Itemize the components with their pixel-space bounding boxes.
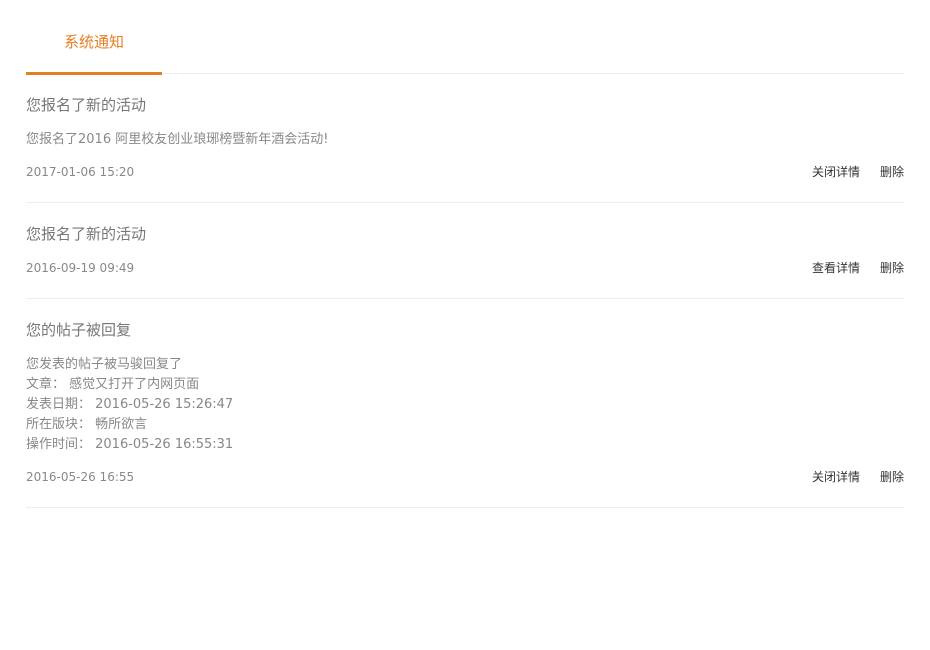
delete-button[interactable]: 删除 [880,258,904,278]
notice-actions: 查看详情 删除 [812,258,904,278]
notice-body-line: 所在版块： 畅所欲言 [26,417,148,432]
notice-timestamp: 2016-09-19 09:49 [26,261,135,275]
delete-button[interactable]: 删除 [880,162,904,182]
tab-system-notifications[interactable]: 系统通知 [26,0,162,75]
notice-title: 您报名了新的活动 [26,225,147,243]
close-details-button[interactable]: 关闭详情 [812,162,860,182]
notice-body-line: 您报名了2016 阿里校友创业琅琊榜暨新年酒会活动! [26,132,329,147]
notice-timestamp: 2017-01-06 15:20 [26,165,135,179]
view-details-button[interactable]: 查看详情 [812,258,860,278]
notice-actions: 关闭详情 删除 [812,467,904,487]
notice-title: 您报名了新的活动 [26,96,147,114]
tab-bar: 系统通知 [26,0,904,75]
notice-item: 您的帖子被回复 您发表的帖子被马骏回复了 文章： 感觉又打开了内网页面 发表日期… [26,299,904,508]
notice-timestamp: 2016-05-26 16:55 [26,470,135,484]
notice-item: 您报名了新的活动 您报名了2016 阿里校友创业琅琊榜暨新年酒会活动! 2017… [26,74,904,203]
notice-item: 您报名了新的活动 2016-09-19 09:49 查看详情 删除 [26,203,904,299]
notice-footer: 2016-09-19 09:49 查看详情 删除 [26,258,904,278]
notice-title: 您的帖子被回复 [26,321,132,339]
close-details-button[interactable]: 关闭详情 [812,467,860,487]
notice-actions: 关闭详情 删除 [812,162,904,182]
notice-body: 您报名了2016 阿里校友创业琅琊榜暨新年酒会活动! [26,130,904,150]
notice-body: 您发表的帖子被马骏回复了 文章： 感觉又打开了内网页面 发表日期： 2016-0… [26,355,904,455]
notice-footer: 2016-05-26 16:55 关闭详情 删除 [26,467,904,487]
notification-panel: 系统通知 您报名了新的活动 您报名了2016 阿里校友创业琅琊榜暨新年酒会活动!… [26,0,904,508]
notice-body-line: 操作时间： 2016-05-26 16:55:31 [26,437,234,452]
delete-button[interactable]: 删除 [880,467,904,487]
notice-body-line: 发表日期： 2016-05-26 15:26:47 [26,397,234,412]
notice-body-line: 文章： 感觉又打开了内网页面 [26,377,200,392]
notice-footer: 2017-01-06 15:20 关闭详情 删除 [26,162,904,182]
notice-body-line: 您发表的帖子被马骏回复了 [26,357,183,372]
